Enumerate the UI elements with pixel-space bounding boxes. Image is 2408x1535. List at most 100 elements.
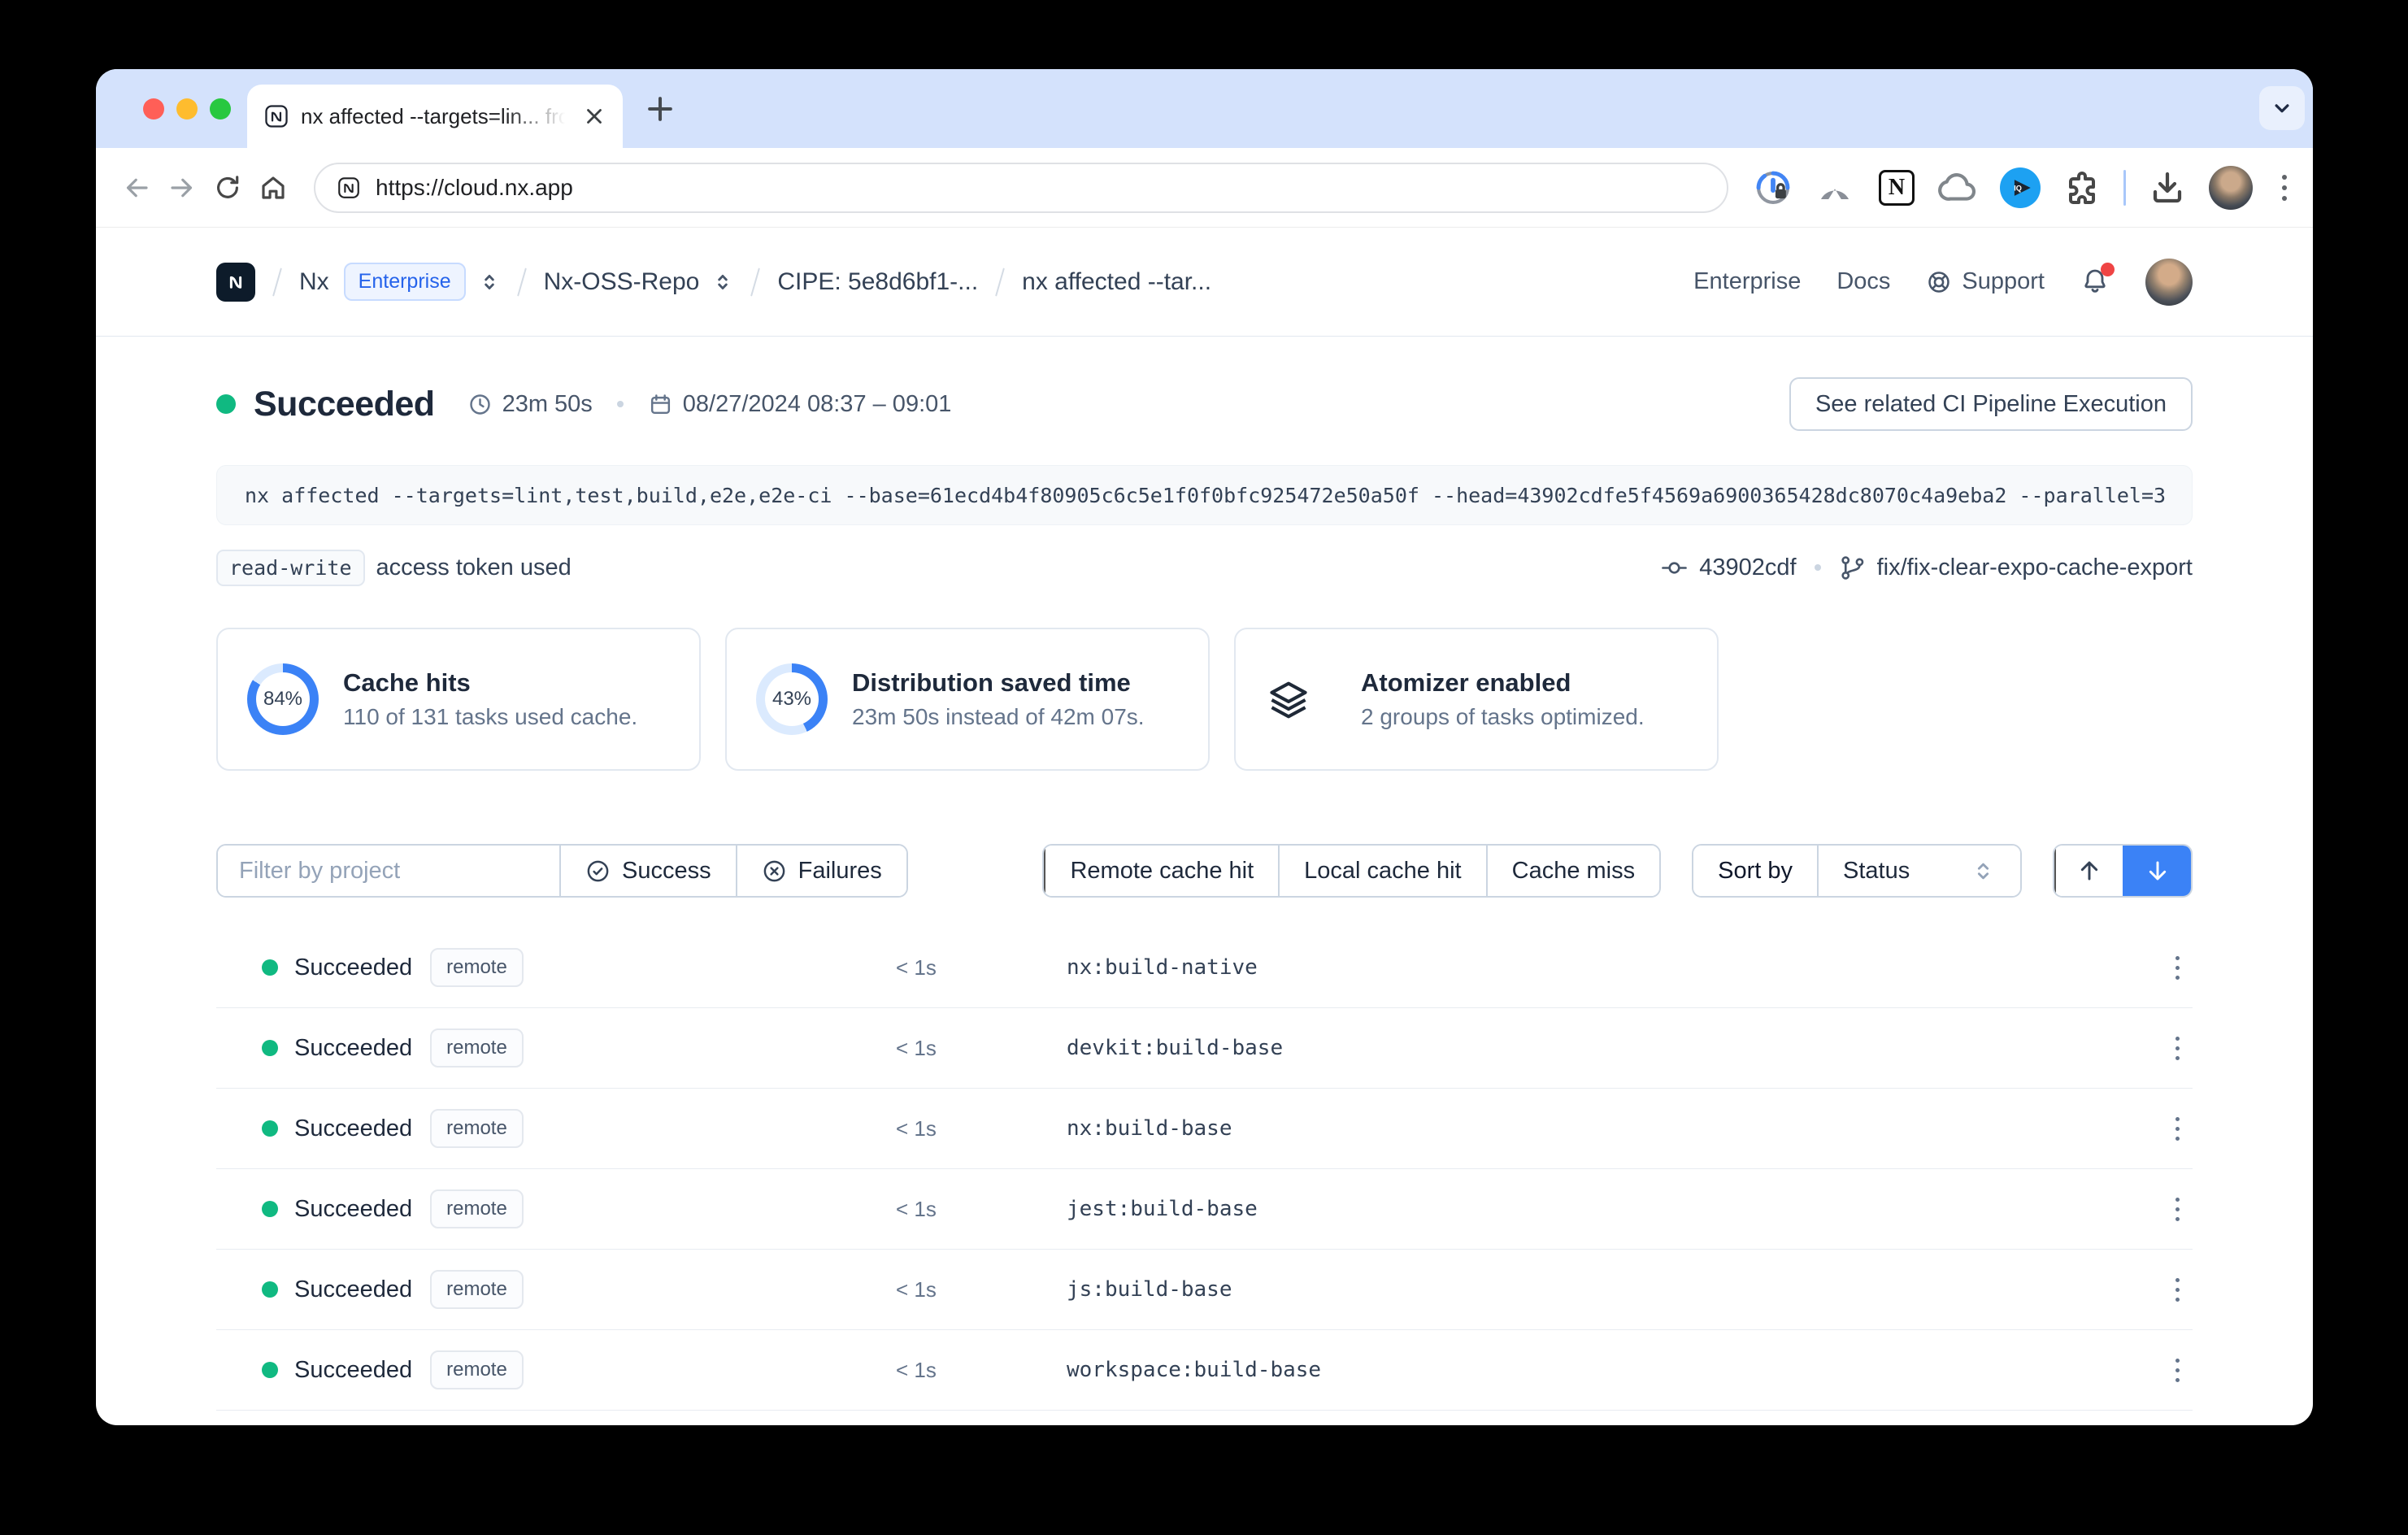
forward-arrow-icon	[167, 173, 197, 202]
filter-row: Success Failures Remote cache hit Local …	[216, 844, 2193, 898]
x-circle-icon	[762, 859, 787, 884]
home-button[interactable]	[250, 165, 296, 211]
chevron-down-icon	[2270, 96, 2294, 120]
breadcrumb-org[interactable]: Nx	[299, 268, 329, 296]
extensions-puzzle-icon[interactable]	[2062, 167, 2102, 208]
check-circle-icon	[585, 859, 611, 884]
sort-select[interactable]: Status	[1817, 846, 2020, 896]
task-duration: < 1s	[896, 1036, 937, 1061]
home-icon	[259, 173, 288, 202]
address-bar[interactable]: https://cloud.nx.app	[314, 163, 1728, 213]
toolbar-separator	[2123, 170, 2126, 206]
breadcrumb-pipeline[interactable]: CIPE: 5e8d6bf1-...	[777, 268, 978, 296]
tab-strip: nx affected --targets=lin... fro	[96, 69, 2313, 148]
task-menu-icon[interactable]	[2167, 1270, 2188, 1310]
task-cache-badge: remote	[430, 1189, 524, 1228]
success-filter-button[interactable]: Success	[559, 846, 736, 896]
task-cache-badge: remote	[430, 1350, 524, 1389]
vcs-info: 43902cdf fix/fix-clear-expo-cache-export	[1661, 554, 2193, 581]
run-command-text: nx affected --targets=lint,test,build,e2…	[245, 484, 2166, 507]
back-button[interactable]	[114, 165, 159, 211]
notion-extension-icon[interactable]: N	[1876, 167, 1917, 208]
nav-docs-link[interactable]: Docs	[1836, 268, 1890, 295]
zoom-window-button[interactable]	[210, 98, 231, 120]
task-name[interactable]: nx:build-native	[1067, 955, 1258, 980]
cache-miss-button[interactable]: Cache miss	[1486, 846, 1660, 896]
close-window-button[interactable]	[143, 98, 164, 120]
org-selector-chevrons-icon[interactable]	[479, 272, 500, 293]
repo-selector-chevrons-icon[interactable]	[712, 272, 733, 293]
nx-site-icon	[337, 176, 361, 200]
iq-player-extension-icon[interactable]: IQ	[2000, 167, 2041, 208]
forward-button[interactable]	[159, 165, 205, 211]
onepassword-extension-icon[interactable]	[1753, 167, 1793, 208]
user-avatar[interactable]	[2145, 259, 2193, 306]
task-name[interactable]: nx:build-base	[1067, 1116, 1232, 1141]
browser-menu-icon[interactable]	[2274, 167, 2295, 209]
task-row[interactable]: Succeeded remote < 1s nx:build-native	[216, 928, 2193, 1008]
cloud-extension-icon[interactable]	[1938, 167, 1979, 208]
task-success-dot	[262, 1281, 278, 1298]
atomizer-card: Atomizer enabled 2 groups of tasks optim…	[1234, 628, 1719, 771]
vpn-extension-icon[interactable]	[1815, 167, 1855, 208]
task-menu-icon[interactable]	[2167, 1350, 2188, 1390]
filter-by-project-input[interactable]	[218, 846, 559, 896]
see-related-cipe-button[interactable]: See related CI Pipeline Execution	[1789, 377, 2193, 431]
card-subtitle: 2 groups of tasks optimized.	[1361, 704, 1645, 730]
task-row[interactable]: Succeeded remote < 1s devkit:build-base	[216, 1008, 2193, 1089]
task-cache-badge: remote	[430, 1270, 524, 1309]
sort-descending-button[interactable]	[2123, 846, 2191, 896]
local-cache-hit-button[interactable]: Local cache hit	[1278, 846, 1485, 896]
nav-enterprise-link[interactable]: Enterprise	[1693, 268, 1801, 295]
downloads-icon[interactable]	[2147, 167, 2188, 208]
task-menu-icon[interactable]	[2167, 948, 2188, 988]
minimize-window-button[interactable]	[176, 98, 198, 120]
failures-filter-button[interactable]: Failures	[736, 846, 906, 896]
task-name[interactable]: jest:build-base	[1067, 1197, 1258, 1221]
access-token-label: access token used	[376, 554, 572, 581]
reload-icon	[213, 173, 242, 202]
task-row[interactable]: Succeeded remote < 1s nx:build-base	[216, 1089, 2193, 1169]
commit-sha[interactable]: 43902cdf	[1699, 554, 1796, 581]
task-row[interactable]: Succeeded remote < 1s jest:build-base	[216, 1169, 2193, 1250]
task-duration: < 1s	[896, 1277, 937, 1302]
vcs-separator-dot	[1815, 564, 1821, 571]
run-status-title: Succeeded	[254, 385, 435, 424]
back-arrow-icon	[122, 173, 151, 202]
task-menu-icon[interactable]	[2167, 1189, 2188, 1229]
card-title: Atomizer enabled	[1361, 668, 1645, 698]
notification-dot	[2101, 263, 2115, 276]
lifebuoy-icon	[1926, 269, 1952, 295]
tab-close-icon[interactable]	[582, 104, 606, 128]
breadcrumb-repo[interactable]: Nx-OSS-Repo	[544, 268, 700, 296]
sort-ascending-button[interactable]	[2054, 846, 2123, 896]
task-status: Succeeded	[294, 1357, 412, 1384]
task-duration: < 1s	[896, 955, 937, 981]
nav-support-link[interactable]: Support	[1926, 268, 2045, 295]
tab-search-button[interactable]	[2259, 86, 2305, 130]
breadcrumb-separator	[517, 267, 527, 296]
remote-cache-hit-button[interactable]: Remote cache hit	[1044, 846, 1278, 896]
task-menu-icon[interactable]	[2167, 1109, 2188, 1149]
card-subtitle: 110 of 131 tasks used cache.	[343, 704, 637, 730]
sort-by-label: Sort by	[1693, 846, 1817, 896]
notifications-bell-icon[interactable]	[2080, 266, 2110, 298]
breadcrumb-run[interactable]: nx affected --tar...	[1022, 268, 1211, 296]
nx-logo[interactable]	[216, 263, 255, 302]
task-row[interactable]: Succeeded remote < 1s workspace:build-ba…	[216, 1330, 2193, 1411]
svg-text:IQ: IQ	[2014, 184, 2022, 192]
browser-tab[interactable]: nx affected --targets=lin... fro	[247, 85, 623, 148]
task-row[interactable]: Succeeded remote < 1s js:build-base	[216, 1250, 2193, 1330]
new-tab-button[interactable]	[642, 91, 678, 127]
project-filter-group: Success Failures	[216, 844, 908, 898]
token-row: read-write access token used 43902cdf fi…	[216, 546, 2193, 589]
task-name[interactable]: devkit:build-base	[1067, 1036, 1283, 1060]
task-success-dot	[262, 959, 278, 976]
task-cache-badge: remote	[430, 1028, 524, 1068]
task-name[interactable]: js:build-base	[1067, 1277, 1232, 1302]
browser-profile-avatar[interactable]	[2209, 166, 2253, 210]
task-name[interactable]: workspace:build-base	[1067, 1358, 1321, 1382]
branch-name[interactable]: fix/fix-clear-expo-cache-export	[1877, 554, 2193, 581]
reload-button[interactable]	[205, 165, 250, 211]
task-menu-icon[interactable]	[2167, 1028, 2188, 1068]
